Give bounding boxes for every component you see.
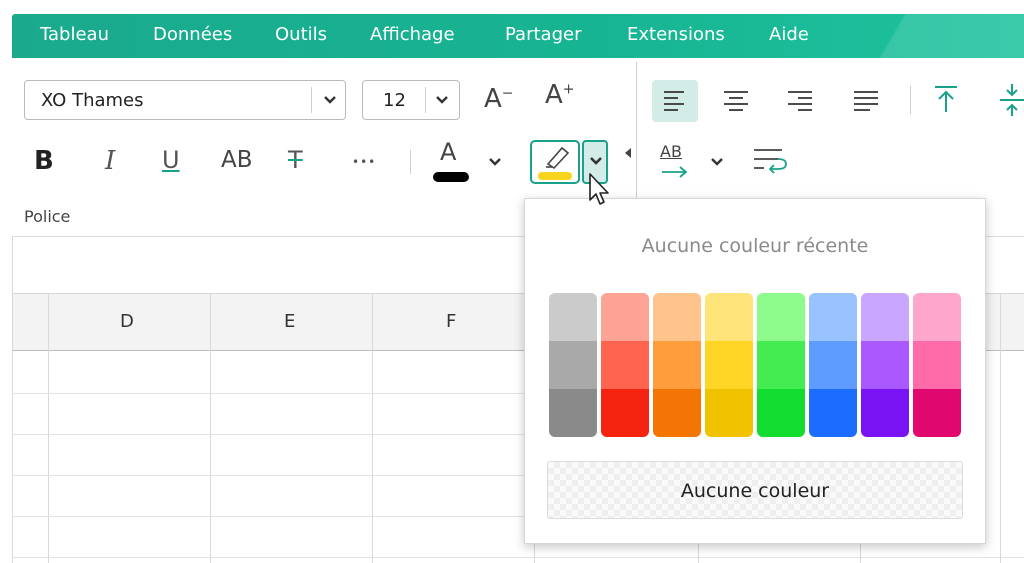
wrap-text-icon[interactable] xyxy=(752,146,790,180)
bold-button[interactable]: B xyxy=(34,148,54,174)
font-decrease-icon[interactable]: A− xyxy=(484,86,514,112)
font-increase-icon[interactable]: A+ xyxy=(545,82,575,108)
combo-divider xyxy=(425,87,426,113)
underline-button[interactable]: U xyxy=(162,148,180,172)
collapse-arrow-icon[interactable] xyxy=(624,144,632,163)
font-color-swatch xyxy=(433,172,469,182)
divider xyxy=(910,86,911,114)
color-swatch[interactable] xyxy=(809,341,857,389)
allcaps-button[interactable]: AB xyxy=(221,149,253,172)
grid-line xyxy=(1000,294,1001,563)
color-column xyxy=(809,293,857,437)
font-name-value: XO Thames xyxy=(41,90,144,111)
color-swatch[interactable] xyxy=(601,389,649,437)
color-swatch[interactable] xyxy=(809,293,857,341)
align-center-icon[interactable] xyxy=(722,89,750,117)
align-right-icon[interactable] xyxy=(786,89,814,117)
grid-line xyxy=(12,236,13,563)
font-color-button[interactable]: A xyxy=(440,140,456,164)
grid-line xyxy=(12,393,524,394)
grid-line xyxy=(12,516,524,517)
color-swatch[interactable] xyxy=(705,389,753,437)
highlight-color-swatch xyxy=(538,172,572,180)
grid-line xyxy=(12,475,524,476)
justify-icon[interactable] xyxy=(852,89,880,117)
menu-donnees[interactable]: Données xyxy=(153,24,232,45)
align-left-button[interactable] xyxy=(652,80,698,122)
color-swatch[interactable] xyxy=(757,341,805,389)
menu-bar: Tableau Données Outils Affichage Partage… xyxy=(0,0,1024,58)
color-swatch[interactable] xyxy=(653,341,701,389)
highlight-color-popup: Aucune couleur récente Aucune couleur xyxy=(524,198,986,544)
column-header-d[interactable]: D xyxy=(120,311,134,332)
column-header-e[interactable]: E xyxy=(284,311,295,332)
color-swatch[interactable] xyxy=(601,293,649,341)
column-header-f[interactable]: F xyxy=(446,311,456,332)
color-swatch[interactable] xyxy=(653,389,701,437)
no-color-button[interactable]: Aucune couleur xyxy=(547,461,963,519)
align-top-icon[interactable] xyxy=(932,84,960,120)
grid-line xyxy=(48,294,49,563)
color-column xyxy=(549,293,597,437)
grid-line xyxy=(12,557,1024,558)
italic-button[interactable]: I xyxy=(105,148,115,174)
color-swatch[interactable] xyxy=(861,341,909,389)
mouse-cursor-icon xyxy=(588,172,612,212)
color-column xyxy=(861,293,909,437)
recent-colors-label: Aucune couleur récente xyxy=(641,235,869,257)
color-swatch[interactable] xyxy=(705,293,753,341)
color-column xyxy=(601,293,649,437)
menu-tableau[interactable]: Tableau xyxy=(40,24,109,45)
menu-outils[interactable]: Outils xyxy=(275,24,327,45)
grid-line xyxy=(12,434,524,435)
menu-partager[interactable]: Partager xyxy=(505,24,581,45)
grid-line xyxy=(698,544,699,563)
font-size-value: 12 xyxy=(383,90,406,111)
highlight-color-button[interactable] xyxy=(530,140,580,184)
color-swatch[interactable] xyxy=(653,293,701,341)
color-column xyxy=(757,293,805,437)
divider xyxy=(410,150,411,174)
text-direction-icon[interactable]: AB xyxy=(660,142,688,178)
combo-divider xyxy=(311,87,312,113)
menu-affichage[interactable]: Affichage xyxy=(370,24,455,45)
color-swatch[interactable] xyxy=(861,389,909,437)
color-swatch[interactable] xyxy=(549,389,597,437)
color-swatch[interactable] xyxy=(861,293,909,341)
color-swatch[interactable] xyxy=(705,341,753,389)
more-options-button[interactable]: ••• xyxy=(352,156,376,168)
color-swatch[interactable] xyxy=(601,341,649,389)
grid-line xyxy=(210,294,211,563)
chevron-down-icon[interactable] xyxy=(708,152,726,176)
chevron-down-icon[interactable] xyxy=(433,88,451,114)
color-swatch[interactable] xyxy=(913,293,961,341)
highlighter-icon xyxy=(542,144,572,174)
color-column xyxy=(705,293,753,437)
no-color-label: Aucune couleur xyxy=(680,480,830,502)
color-swatch[interactable] xyxy=(757,293,805,341)
chevron-down-icon[interactable] xyxy=(486,152,504,176)
color-swatch[interactable] xyxy=(757,389,805,437)
text-direction-label: AB xyxy=(660,142,682,161)
color-column xyxy=(653,293,701,437)
font-name-select[interactable]: XO Thames xyxy=(24,80,346,120)
menu-extensions[interactable]: Extensions xyxy=(627,24,725,45)
grid-line xyxy=(860,544,861,563)
color-swatch[interactable] xyxy=(913,341,961,389)
menu-aide[interactable]: Aide xyxy=(769,24,809,45)
strikethrough-button[interactable]: T xyxy=(288,148,303,172)
color-swatch[interactable] xyxy=(809,389,857,437)
grid-line xyxy=(372,294,373,563)
group-divider xyxy=(636,62,637,212)
chevron-down-icon[interactable] xyxy=(321,88,339,114)
color-swatch[interactable] xyxy=(913,389,961,437)
font-group-label: Police xyxy=(24,207,71,226)
color-swatch[interactable] xyxy=(549,341,597,389)
align-left-icon xyxy=(662,89,688,117)
color-swatch[interactable] xyxy=(549,293,597,341)
font-size-select[interactable]: 12 xyxy=(362,80,460,120)
color-column xyxy=(913,293,961,437)
align-middle-icon[interactable] xyxy=(998,82,1024,122)
